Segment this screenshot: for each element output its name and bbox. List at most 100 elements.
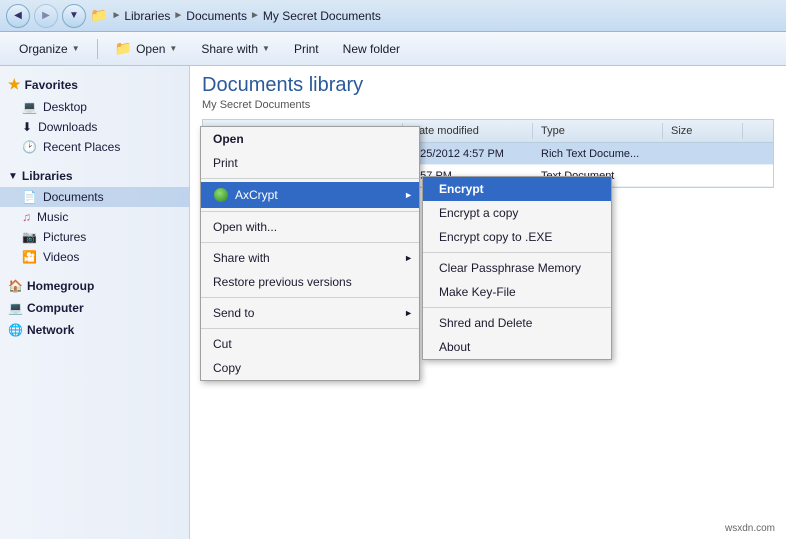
print-label: Print	[294, 42, 319, 56]
file-size-2	[663, 172, 743, 180]
submenu-item-about[interactable]: About	[423, 335, 611, 359]
address-bar: ◀ ▶ ▼ 📁 ► Libraries ► Documents ► My Sec…	[0, 0, 786, 32]
menu-item-print[interactable]: Print	[201, 151, 419, 175]
library-title: Documents library	[202, 74, 774, 97]
organize-dropdown-arrow: ▼	[72, 44, 80, 53]
new-folder-label: New folder	[343, 42, 400, 56]
content-area: Documents library My Secret Documents Na…	[190, 66, 786, 539]
forward-button[interactable]: ▶	[34, 4, 58, 28]
path-documents[interactable]: Documents	[186, 9, 247, 23]
share-dropdown-arrow: ▼	[262, 44, 270, 53]
menu-print-label: Print	[213, 156, 238, 170]
music-icon: ♫	[22, 210, 31, 224]
open-label: Open	[136, 42, 165, 56]
submenu-sep-1	[423, 252, 611, 253]
submenu-item-shred[interactable]: Shred and Delete	[423, 311, 611, 335]
pictures-icon: 📷	[22, 230, 37, 244]
print-button[interactable]: Print	[283, 38, 330, 60]
recent-icon: 🕑	[22, 140, 37, 154]
address-path: ► Libraries ► Documents ► My Secret Docu…	[111, 9, 381, 23]
sidebar-item-recent[interactable]: 🕑 Recent Places	[0, 137, 189, 157]
homegroup-icon: 🏠	[8, 279, 23, 293]
star-icon: ★	[8, 76, 21, 93]
path-separator-1: ►	[111, 10, 121, 21]
homegroup-header[interactable]: 🏠 Homegroup	[0, 275, 189, 297]
organize-label: Organize	[19, 42, 68, 56]
menu-item-open[interactable]: Open	[201, 127, 419, 151]
submenu-item-encrypt[interactable]: Encrypt	[423, 177, 611, 201]
submenu-item-encrypt-copy[interactable]: Encrypt a copy	[423, 201, 611, 225]
toolbar: Organize ▼ 📁 Open ▼ Share with ▼ Print N…	[0, 32, 786, 66]
submenu-item-clear[interactable]: Clear Passphrase Memory	[423, 256, 611, 280]
file-size-1	[663, 150, 743, 158]
homegroup-label: Homegroup	[27, 279, 94, 293]
submenu-encrypt-copy-label: Encrypt a copy	[439, 206, 518, 220]
computer-icon: 💻	[8, 301, 23, 315]
libraries-label: Libraries	[22, 169, 73, 183]
path-libraries[interactable]: Libraries	[124, 9, 170, 23]
submenu-item-keyfile[interactable]: Make Key-File	[423, 280, 611, 304]
open-button[interactable]: 📁 Open ▼	[104, 36, 189, 61]
column-date-modified[interactable]: Date modified	[403, 123, 533, 139]
menu-item-open-with[interactable]: Open with...	[201, 215, 419, 239]
sidebar-item-downloads[interactable]: ⬇ Downloads	[0, 117, 189, 137]
menu-sep-4	[201, 297, 419, 298]
network-icon: 🌐	[8, 323, 23, 337]
menu-cut-label: Cut	[213, 337, 232, 351]
sidebar-item-desktop[interactable]: 💻 Desktop	[0, 97, 189, 117]
downloads-label: Downloads	[38, 120, 97, 134]
sidebar-item-videos[interactable]: 🎦 Videos	[0, 247, 189, 267]
recent-locations-button[interactable]: ▼	[62, 4, 86, 28]
context-menu: Open Print AxCrypt ► Open with... Share …	[200, 126, 420, 381]
sidebar-item-music[interactable]: ♫ Music	[0, 207, 189, 227]
axcrypt-submenu-arrow: ►	[404, 190, 413, 200]
submenu-shred-label: Shred and Delete	[439, 316, 532, 330]
open-icon: 📁	[115, 40, 132, 57]
sidebar: ★ Favorites 💻 Desktop ⬇ Downloads 🕑 Rece…	[0, 66, 190, 539]
network-label: Network	[27, 323, 74, 337]
downloads-icon: ⬇	[22, 120, 32, 134]
menu-item-copy[interactable]: Copy	[201, 356, 419, 380]
computer-header[interactable]: 💻 Computer	[0, 297, 189, 319]
menu-open-label: Open	[213, 132, 244, 146]
submenu-sep-2	[423, 307, 611, 308]
column-type[interactable]: Type	[533, 123, 663, 139]
menu-send-to-label: Send to	[213, 306, 254, 320]
toolbar-divider-1	[97, 39, 98, 59]
new-folder-button[interactable]: New folder	[332, 38, 411, 60]
documents-label: Documents	[43, 190, 104, 204]
folder-icon: 📁	[90, 7, 107, 24]
menu-item-send-to[interactable]: Send to ►	[201, 301, 419, 325]
path-separator-2: ►	[173, 10, 183, 21]
menu-item-share-with[interactable]: Share with ►	[201, 246, 419, 270]
menu-item-restore[interactable]: Restore previous versions	[201, 270, 419, 294]
menu-sep-2	[201, 211, 419, 212]
back-button[interactable]: ◀	[6, 4, 30, 28]
menu-item-axcrypt[interactable]: AxCrypt ►	[201, 182, 419, 208]
organize-button[interactable]: Organize ▼	[8, 38, 91, 60]
file-type-1: Rich Text Docume...	[533, 144, 663, 164]
open-dropdown-arrow: ▼	[169, 44, 177, 53]
sidebar-item-pictures[interactable]: 📷 Pictures	[0, 227, 189, 247]
library-collapse-icon: ▼	[8, 171, 18, 182]
menu-sep-1	[201, 178, 419, 179]
videos-label: Videos	[43, 250, 79, 264]
menu-sep-5	[201, 328, 419, 329]
axcrypt-icon	[213, 187, 229, 203]
favorites-header[interactable]: ★ Favorites	[0, 72, 189, 97]
main-layout: ★ Favorites 💻 Desktop ⬇ Downloads 🕑 Rece…	[0, 66, 786, 539]
libraries-header[interactable]: ▼ Libraries	[0, 165, 189, 187]
send-to-submenu-arrow: ►	[404, 308, 413, 318]
file-date-1: 7/25/2012 4:57 PM	[403, 144, 533, 164]
column-size[interactable]: Size	[663, 123, 743, 139]
network-header[interactable]: 🌐 Network	[0, 319, 189, 341]
submenu-encrypt-exe-label: Encrypt copy to .EXE	[439, 230, 552, 244]
sidebar-item-documents[interactable]: 📄 Documents	[0, 187, 189, 207]
share-with-button[interactable]: Share with ▼	[190, 38, 281, 60]
path-secret[interactable]: My Secret Documents	[263, 9, 381, 23]
menu-sep-3	[201, 242, 419, 243]
axcrypt-submenu: Encrypt Encrypt a copy Encrypt copy to .…	[422, 176, 612, 360]
menu-item-cut[interactable]: Cut	[201, 332, 419, 356]
watermark: wsxdn.com	[722, 522, 778, 535]
submenu-item-encrypt-exe[interactable]: Encrypt copy to .EXE	[423, 225, 611, 249]
